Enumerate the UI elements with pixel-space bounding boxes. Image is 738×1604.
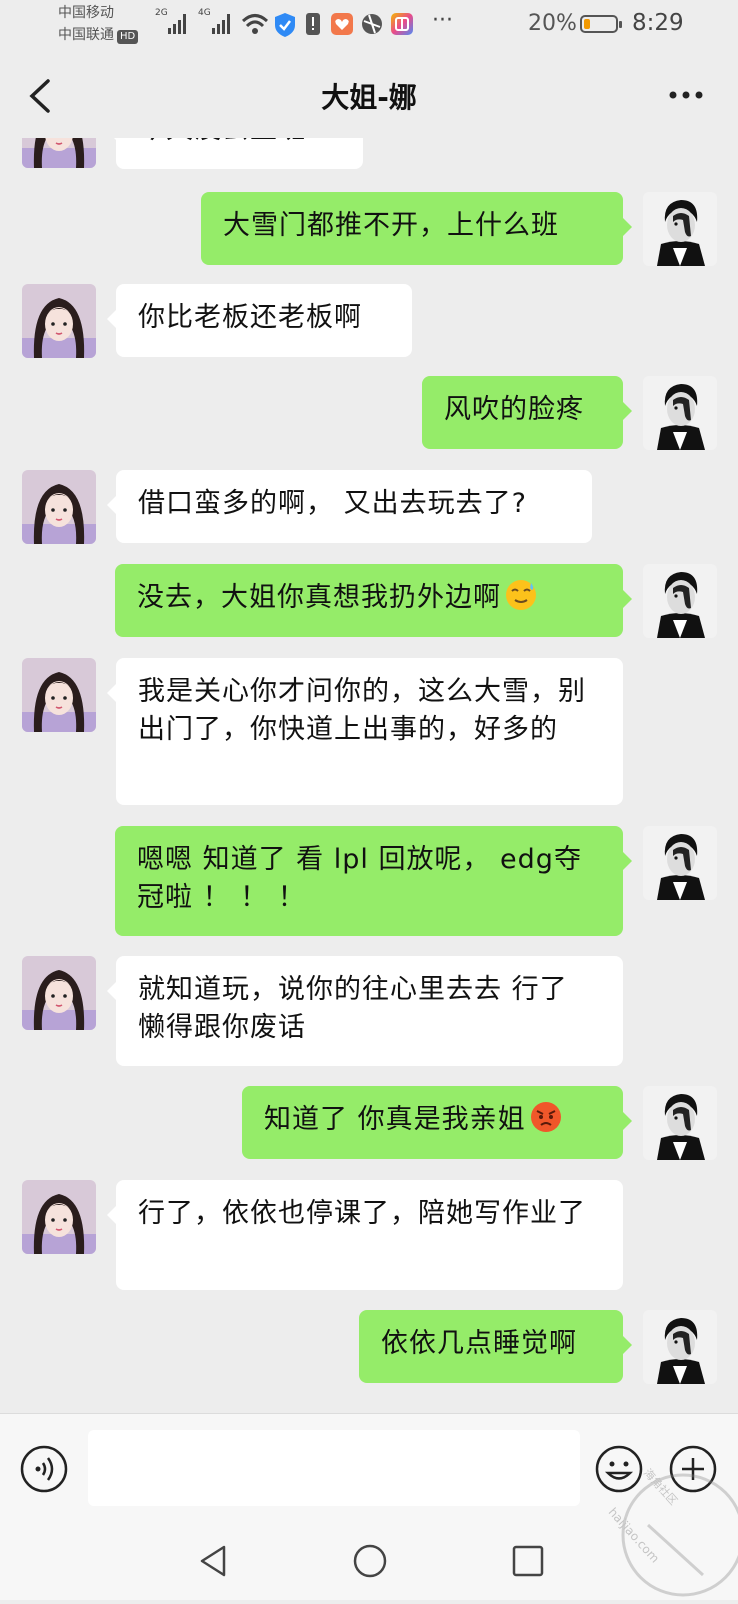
message-bubble-outgoing[interactable]: 知道了 你真是我亲姐 (242, 1086, 632, 1159)
my-avatar[interactable] (643, 1086, 717, 1160)
network-type-2: 4G (198, 8, 211, 18)
message-text: 知道了 你真是我亲姐 (264, 1104, 526, 1135)
ball-app-icon (362, 14, 382, 34)
shield-icon (275, 13, 295, 37)
voice-icon[interactable] (19, 1444, 69, 1494)
carrier-1: 中国移动 (58, 5, 114, 21)
nav-back-icon[interactable] (194, 1541, 234, 1581)
status-bar: 中国移动 中国联通 HD 2G 4G ··· 20% 8:29 (0, 0, 738, 52)
message-bubble-incoming[interactable]: 我是关心你才问你的，这么大雪，别出门了，你快道上出事的，好多的 (107, 658, 623, 805)
message-text: 没去，大姐你真想我扔外边啊 (137, 582, 501, 613)
message-bubble-incoming[interactable]: 行了，依依也停课了，陪她写作业了 (107, 1180, 623, 1290)
chat-header: 大姐-娜 (0, 52, 738, 138)
angry-face-emoji-icon (530, 1102, 561, 1132)
my-avatar[interactable] (643, 1310, 717, 1384)
carrier-2: 中国联通 HD (58, 26, 139, 44)
battery-icon (580, 15, 622, 33)
message-bubble-outgoing[interactable]: 风吹的脸疼 (422, 376, 632, 449)
my-avatar[interactable] (643, 564, 717, 638)
signal-bars-2-icon (212, 14, 230, 34)
contact-avatar[interactable] (22, 284, 96, 358)
my-avatar[interactable] (643, 376, 717, 450)
clock: 8:29 (632, 10, 684, 36)
chat-title: 大姐-娜 (321, 81, 417, 114)
sweat-smile-emoji-icon (506, 580, 536, 610)
message-bubble-outgoing[interactable]: 没去，大姐你真想我扔外边啊 (115, 564, 632, 637)
my-avatar[interactable] (643, 826, 717, 900)
hd-badge: HD (117, 30, 139, 44)
sim-alert-icon (306, 13, 320, 35)
contact-avatar[interactable] (22, 138, 96, 168)
contact-avatar[interactable] (22, 658, 96, 732)
message-bubble-outgoing[interactable]: 大雪门都推不开，上什么班 (201, 192, 632, 265)
message-input[interactable] (88, 1430, 580, 1506)
battery-percent: 20% (528, 11, 577, 36)
message-bubble-incoming[interactable]: 借口蛮多的啊， 又出去玩去了? (107, 470, 592, 543)
more-dots-icon[interactable] (668, 88, 704, 102)
message-list[interactable]: 今天没去上班? 大雪门都推不开，上什么班 你比老板还老板啊 风吹的脸疼 借口蛮多… (0, 138, 738, 1413)
contact-avatar[interactable] (22, 470, 96, 544)
message-bubble-outgoing[interactable]: 依依几点睡觉啊 (359, 1310, 632, 1383)
message-bubble-incoming[interactable]: 你比老板还老板啊 (107, 284, 412, 357)
nav-recent-icon[interactable] (510, 1543, 546, 1579)
wifi-icon (241, 14, 269, 34)
carrier-2-label: 中国联通 (58, 27, 114, 43)
more-notifications: ··· (432, 8, 453, 33)
message-bubble-outgoing[interactable]: 嗯嗯 知道了 看 lpl 回放呢， edg夺冠啦 ！ ！ ！ (115, 826, 632, 936)
signal-bars-1-icon (168, 14, 186, 34)
message-bubble-incoming[interactable]: 就知道玩，说你的往心里去去 行了 懒得跟你废话 (107, 956, 623, 1066)
contact-avatar[interactable] (22, 1180, 96, 1254)
nav-home-icon[interactable] (350, 1541, 390, 1581)
my-avatar[interactable] (643, 192, 717, 266)
health-app-icon (331, 13, 353, 35)
watermark: 海角社区 haijiao.com (606, 1455, 738, 1600)
tools-app-icon (391, 13, 413, 35)
message-bubble-incoming[interactable]: 今天没去上班? (107, 138, 363, 169)
network-type-1: 2G (155, 8, 168, 18)
contact-avatar[interactable] (22, 956, 96, 1030)
